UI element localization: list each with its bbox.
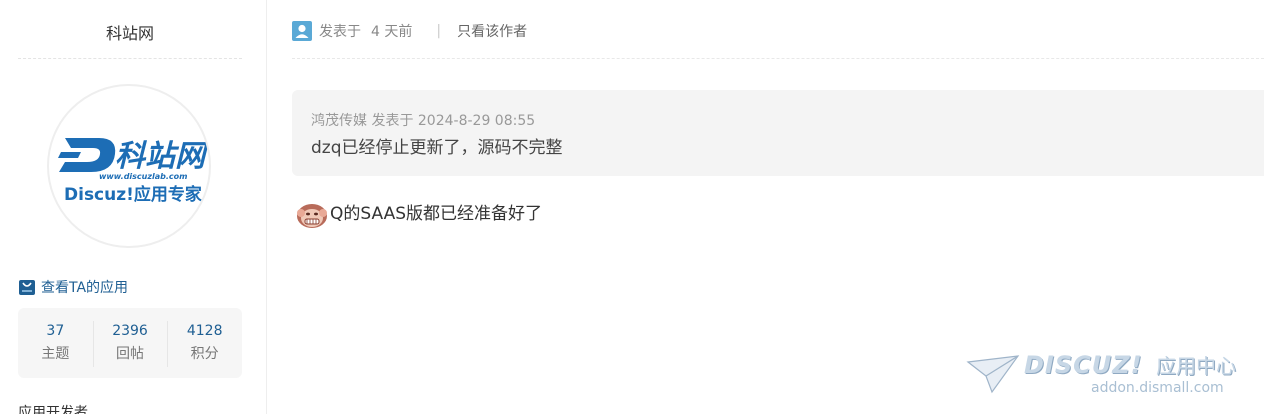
paper-plane-icon bbox=[966, 355, 1020, 394]
watermark-brand: DISCUZ! bbox=[1024, 351, 1143, 379]
posted-label: 发表于 bbox=[319, 24, 361, 40]
avatar[interactable]: 科站网 www.discuzlab.com Discuz!应用专家 bbox=[47, 84, 211, 248]
post-time: 4 天前 bbox=[371, 24, 413, 40]
stat-points[interactable]: 4128 积分 bbox=[167, 308, 242, 378]
stat-label: 回帖 bbox=[116, 346, 144, 362]
avatar-url-text: www.discuzlab.com bbox=[99, 172, 188, 181]
user-online-icon bbox=[292, 21, 312, 41]
monkey-emoji-icon bbox=[297, 204, 327, 228]
watermark-center: 应用中心 bbox=[1156, 354, 1236, 378]
stat-value: 4128 bbox=[186, 323, 223, 339]
meta-separator: | bbox=[436, 23, 442, 39]
quote-block: 鸿茂传媒 发表于 2024-8-29 08:55 dzq已经停止更新了，源码不完… bbox=[292, 90, 1264, 176]
view-author-only-link[interactable]: 只看该作者 bbox=[457, 21, 527, 41]
author-stats: 37 主题 2396 回帖 4128 积分 bbox=[18, 308, 242, 378]
stat-value: 37 bbox=[46, 323, 65, 339]
stat-replies[interactable]: 2396 回帖 bbox=[92, 308, 168, 378]
post-meta: 发表于 4 天前 | 只看该作者 bbox=[292, 20, 527, 42]
divider bbox=[292, 58, 1264, 59]
quote-header: 鸿茂传媒 发表于 2024-8-29 08:55 bbox=[311, 113, 536, 129]
stat-label: 积分 bbox=[190, 346, 219, 362]
quote-body: dzq已经停止更新了，源码不完整 bbox=[311, 138, 563, 158]
watermark-domain: addon.dismall.com bbox=[1091, 380, 1224, 396]
stat-value: 2396 bbox=[112, 323, 148, 339]
view-apps-link[interactable]: 查看TA的应用 bbox=[18, 277, 128, 297]
avatar-slogan: Discuz!应用专家 bbox=[64, 184, 202, 205]
reply-text: Q的SAAS版都已经准备好了 bbox=[330, 204, 543, 224]
author-username[interactable]: 科站网 bbox=[18, 20, 242, 44]
divider bbox=[18, 58, 242, 59]
stat-threads[interactable]: 37 主题 bbox=[18, 308, 93, 378]
reply-content: Q的SAAS版都已经准备好了 bbox=[295, 199, 542, 229]
author-sidebar: 科站网 科站网 www.discuzlab.com Discuz!应用专家 查看… bbox=[0, 0, 267, 414]
avatar-logo-icon: 科站网 www.discuzlab.com Discuz!应用专家 bbox=[58, 138, 209, 205]
stat-label: 主题 bbox=[41, 346, 70, 362]
view-apps-label: 查看TA的应用 bbox=[41, 280, 129, 296]
avatar-logo-text: 科站网 bbox=[115, 139, 209, 174]
author-role: 应用开发者 bbox=[18, 405, 88, 414]
dismall-watermark: DISCUZ! 应用中心 addon.dismall.com bbox=[966, 350, 1256, 400]
app-bag-icon bbox=[19, 280, 35, 295]
